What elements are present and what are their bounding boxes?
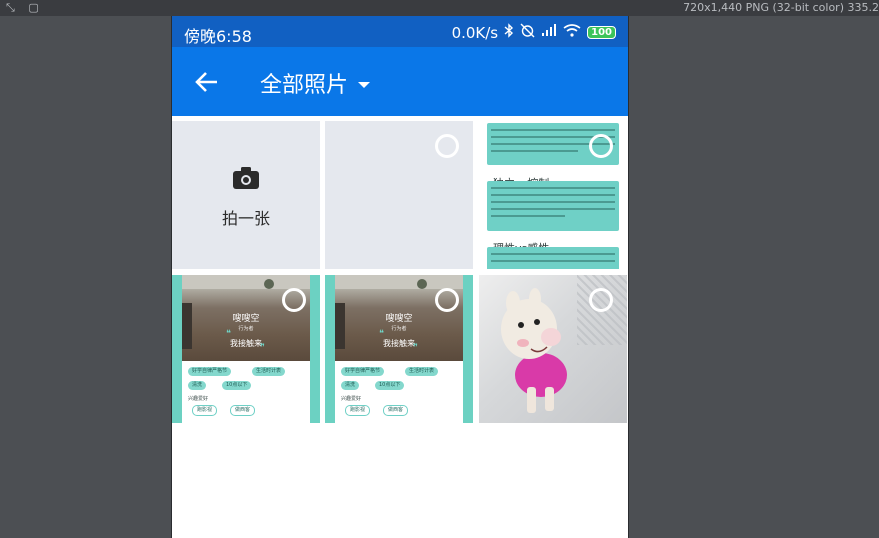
- window-resize-icon[interactable]: ⤡: [6, 0, 15, 16]
- phone-screen: 傍晚6:58 0.0K/s 100 全部照片 拍一张 嗖嗖空 行为者 ❝ 我接触…: [171, 16, 629, 538]
- album-selector[interactable]: 全部照片: [260, 67, 371, 99]
- profile-name: 嗖嗖空: [385, 314, 413, 324]
- photo-tile-profile[interactable]: 嗖嗖空 行为者 ❝ 我接触来 ❞ 好学自律严格节 生活时计表 清洗 10点以下 …: [325, 275, 473, 423]
- back-button[interactable]: [192, 67, 222, 97]
- select-circle[interactable]: [589, 134, 613, 158]
- photo-tile-blank[interactable]: [325, 121, 473, 269]
- profile-quote: 我接触来: [230, 339, 262, 348]
- network-speed: 0.0K/s: [451, 23, 499, 42]
- wifi-icon: [563, 24, 581, 41]
- photo-tile-document[interactable]: 独立vs控制 理性vs感性: [479, 121, 627, 269]
- battery-icon: 100: [587, 26, 616, 39]
- host-window-titlebar: ⤡ ▢ 720x1,440 PNG (32-bit color) 335.2: [0, 0, 879, 16]
- profile-chip: 10点以下: [222, 381, 252, 390]
- cellular-signal-icon: [541, 24, 557, 41]
- image-file-info: 720x1,440 PNG (32-bit color) 335.2: [683, 1, 879, 14]
- take-photo-tile[interactable]: 拍一张: [172, 121, 320, 269]
- profile-quote: 我接触来: [383, 339, 415, 348]
- take-photo-label: 拍一张: [221, 209, 270, 228]
- quote-icon: ❞: [260, 343, 265, 353]
- window-square-icon[interactable]: ▢: [28, 0, 38, 16]
- caret-down-icon: [358, 81, 371, 88]
- photo-tile-profile[interactable]: 嗖嗖空 行为者 ❝ 我接触来 ❞ 好学自律严格节 生活时计表 清洗 10点以下 …: [172, 275, 320, 423]
- app-bar: 全部照片: [172, 47, 628, 116]
- status-time: 傍晚6:58: [184, 27, 252, 46]
- quote-icon: ❞: [413, 343, 418, 353]
- photo-tile-toy[interactable]: [479, 275, 627, 423]
- alarm-off-icon: [520, 23, 535, 42]
- page-title: 全部照片: [260, 73, 349, 98]
- bluetooth-icon: [504, 23, 514, 42]
- doc-text-block: [487, 247, 619, 269]
- interest-chip: 跑影视: [345, 405, 371, 416]
- camera-icon: [233, 167, 259, 189]
- battery-level: 100: [591, 27, 612, 38]
- profile-name: 嗖嗖空: [232, 314, 260, 324]
- profile-chip: 生活时计表: [405, 367, 439, 376]
- profile-chip: 好学自律严格节: [341, 367, 385, 376]
- profile-chip: 10点以下: [375, 381, 405, 390]
- profile-chip: 清洗: [188, 381, 207, 390]
- interest-chip: 跑影视: [192, 405, 218, 416]
- interest-chip: 做西客: [230, 405, 256, 416]
- interest-chip: 做西客: [383, 405, 409, 416]
- profile-subtitle: 行为者: [391, 326, 407, 332]
- status-bar: 傍晚6:58 0.0K/s 100: [172, 16, 628, 47]
- select-circle[interactable]: [435, 288, 459, 312]
- select-circle[interactable]: [435, 134, 459, 158]
- profile-chip: 好学自律严格节: [188, 367, 232, 376]
- profile-chip: 生活时计表: [252, 367, 286, 376]
- arrow-left-icon: [195, 72, 217, 92]
- select-circle[interactable]: [589, 288, 613, 312]
- profile-section-title: 兴趣爱好: [188, 396, 209, 402]
- select-circle[interactable]: [282, 288, 306, 312]
- profile-section-title: 兴趣爱好: [341, 396, 362, 402]
- profile-subtitle: 行为者: [238, 326, 254, 332]
- profile-chip: 清洗: [341, 381, 360, 390]
- doc-text-block: [487, 181, 619, 231]
